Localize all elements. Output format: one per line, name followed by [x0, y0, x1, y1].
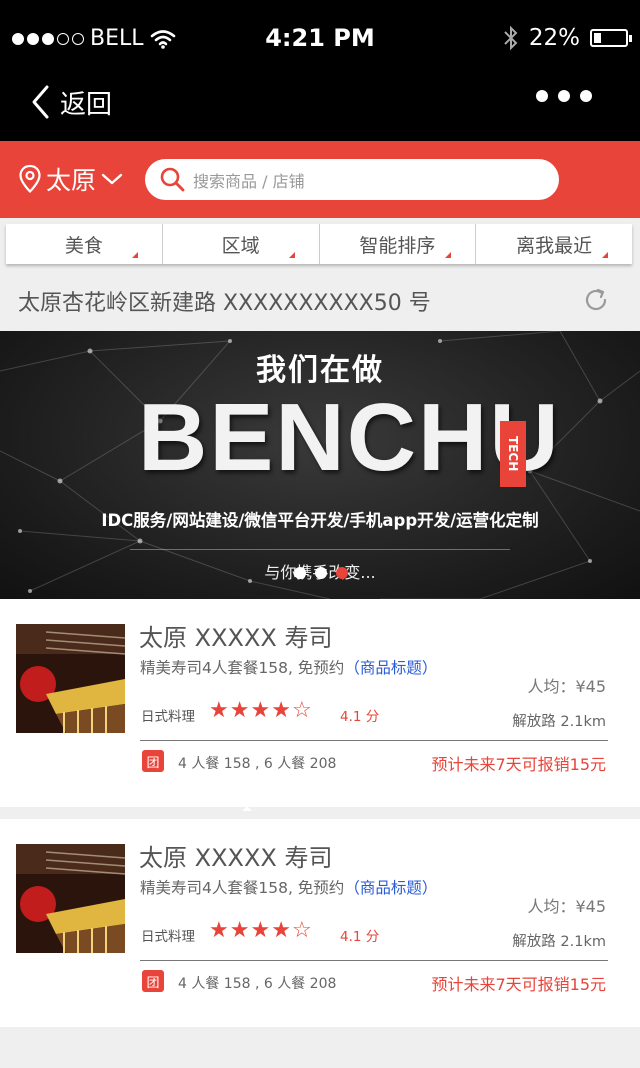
reimbursement-note: 预计未来7天可报销15元 — [431, 755, 606, 774]
search-header: 太原 搜索商品 / 店铺 — [0, 141, 640, 218]
listing-card[interactable]: 太原 XXXXX 寿司 精美寿司4人套餐158, 免预约（商品标题） 人均：¥4… — [0, 599, 640, 807]
distance: 解放路 2.1km — [512, 714, 606, 730]
star-filled-icon: ★ — [209, 698, 229, 723]
avg-price: 人均：¥45 — [527, 677, 606, 696]
filter-sort[interactable]: 智能排序 — [320, 224, 477, 264]
filter-cuisine[interactable]: 美食 — [6, 224, 163, 264]
star-filled-icon: ★ — [229, 918, 250, 943]
status-right: 22% — [503, 25, 632, 51]
filter-label: 美食 — [64, 234, 103, 257]
dropdown-triangle-icon — [602, 252, 608, 258]
bluetooth-icon — [504, 25, 518, 51]
restaurant-name[interactable]: 太原 XXXXX 寿司 — [139, 838, 332, 873]
restaurant-thumbnail[interactable] — [16, 624, 125, 733]
deal-text: 精美寿司4人套餐158, 免预约 — [140, 659, 345, 677]
filter-label: 智能排序 — [359, 234, 436, 257]
status-bar: BELL 4:21 PM 22% — [0, 0, 640, 80]
group-buy-badge: 团 — [142, 970, 164, 992]
product-title-link[interactable]: （商品标题） — [344, 879, 437, 897]
distance: 解放路 2.1km — [512, 934, 606, 950]
dropdown-triangle-icon — [131, 252, 138, 258]
search-input[interactable]: 搜索商品 / 店铺 — [145, 159, 559, 200]
current-address: 太原杏花岭区新建路 XXXXXXXXXX50 号 — [18, 291, 431, 316]
banner-logo: BENCHU — [138, 384, 561, 491]
dropdown-triangle-icon — [445, 252, 452, 258]
filter-label: 区域 — [221, 234, 260, 257]
rating-stars: ★ ★ ★ ★ ☆ — [209, 698, 312, 724]
promo-banner[interactable]: 我们在做 BENCHU TECH IDC服务/网站建设/微信平台开发/手机app… — [0, 331, 640, 599]
back-label: 返回 — [60, 89, 113, 120]
star-filled-icon: ★ — [209, 918, 229, 943]
filter-label: 离我最近 — [516, 234, 593, 257]
divider — [140, 960, 608, 961]
group-deals: 4 人餐 158 , 6 人餐 208 — [178, 756, 337, 772]
rating-score: 4.1 分 — [340, 929, 380, 945]
divider — [140, 740, 608, 741]
search-placeholder: 搜索商品 / 店铺 — [193, 171, 305, 191]
reimbursement-note: 预计未来7天可报销15元 — [431, 975, 606, 994]
location-pin-icon — [19, 164, 41, 194]
search-icon — [160, 167, 185, 191]
star-filled-icon: ★ — [229, 698, 250, 723]
city-name: 太原 — [46, 166, 97, 195]
deal-text: 精美寿司4人套餐158, 免预约 — [140, 879, 345, 897]
cuisine-category: 日式料理 — [141, 929, 195, 945]
chevron-down-icon — [101, 173, 123, 185]
carousel-dot[interactable] — [315, 567, 327, 579]
listing-card[interactable]: 太原 XXXXX 寿司 精美寿司4人套餐158, 免预约（商品标题） 人均：¥4… — [0, 819, 640, 1027]
star-filled-icon: ★ — [250, 918, 271, 943]
banner-logo-tag: TECH — [500, 421, 526, 487]
restaurant-name[interactable]: 太原 XXXXX 寿司 — [139, 618, 332, 653]
dropdown-triangle-icon — [288, 252, 295, 258]
restaurant-thumbnail[interactable] — [16, 844, 125, 953]
banner-divider — [130, 549, 510, 550]
deal-description: 精美寿司4人套餐158, 免预约（商品标题） — [140, 876, 437, 898]
rating-score: 4.1 分 — [340, 709, 380, 725]
avg-price: 人均：¥45 — [527, 897, 606, 916]
city-selector[interactable]: 太原 — [18, 161, 124, 197]
back-button[interactable]: 返回 — [30, 82, 112, 122]
star-filled-icon: ★ — [271, 918, 291, 943]
carousel-indicator[interactable] — [294, 567, 348, 579]
current-address-bar: 太原杏花岭区新建路 XXXXXXXXXX50 号 — [0, 270, 640, 330]
filter-distance[interactable]: 离我最近 — [476, 224, 632, 264]
separator-notch — [242, 806, 252, 811]
refresh-icon[interactable] — [582, 286, 610, 314]
deal-description: 精美寿司4人套餐158, 免预约（商品标题） — [140, 656, 437, 678]
carousel-dot[interactable] — [294, 567, 306, 579]
star-filled-icon: ★ — [271, 698, 291, 723]
banner-services: IDC服务/网站建设/微信平台开发/手机app开发/运营化定制 — [101, 511, 539, 530]
star-empty-icon: ☆ — [291, 698, 312, 723]
cuisine-category: 日式料理 — [141, 709, 195, 725]
group-deals: 4 人餐 158 , 6 人餐 208 — [178, 976, 337, 992]
filter-bar: 美食 区域 智能排序 离我最近 — [6, 224, 632, 264]
star-empty-icon: ☆ — [291, 918, 312, 943]
filter-area[interactable]: 区域 — [163, 224, 320, 264]
rating-stars: ★ ★ ★ ★ ☆ — [209, 918, 312, 944]
battery-icon — [590, 29, 632, 47]
group-buy-badge: 团 — [142, 750, 164, 772]
carousel-dot-active[interactable] — [336, 567, 348, 579]
battery-percent: 22% — [528, 25, 580, 51]
more-options-icon[interactable] — [536, 90, 592, 102]
navigation-bar: 返回 — [0, 80, 640, 141]
chevron-left-icon — [32, 85, 49, 119]
product-title-link[interactable]: （商品标题） — [344, 659, 437, 677]
star-filled-icon: ★ — [250, 698, 271, 723]
